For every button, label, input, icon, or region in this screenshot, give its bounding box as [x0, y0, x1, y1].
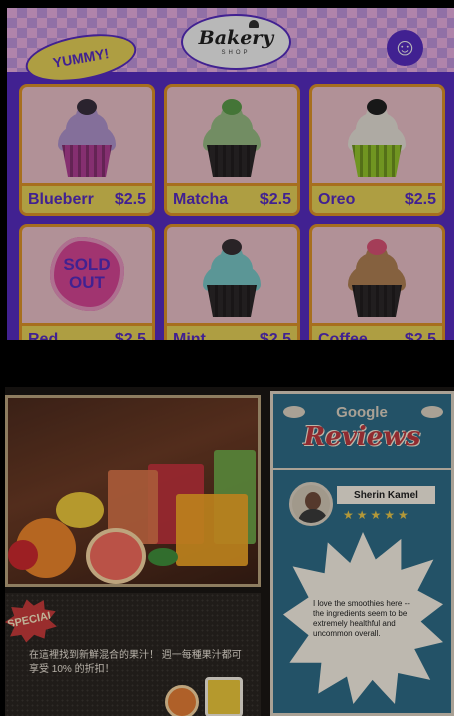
product-image: SOLD OUT: [22, 227, 152, 323]
logo-sub: SHOP: [221, 49, 251, 56]
product-name: Mint: [173, 330, 206, 341]
product-price: $2.5: [114, 190, 146, 208]
cake-icon: [249, 20, 259, 28]
rating-stars: ★★★★★: [343, 508, 412, 522]
product-price: $2.5: [404, 190, 436, 208]
product-price: $2.5: [259, 330, 291, 341]
avatar: [289, 482, 333, 526]
promo-text: 在這裡找到新鮮混合的果汁！ 週一每種果汁都可享受 10% 的折扣！: [29, 650, 242, 675]
cupcake-icon: [197, 95, 267, 177]
product-image: [167, 87, 297, 183]
logo-word: Bakery: [198, 26, 274, 49]
product-name: Blueberr: [28, 190, 94, 208]
product-price: $2.5: [114, 330, 146, 341]
special-badge: SPECIAL: [5, 594, 61, 646]
smoothie-panel: SPECIAL 在這裡找到新鮮混合的果汁！ 週一每種果汁都可享受 10% 的折扣…: [5, 387, 454, 716]
lemon-fruit: [56, 492, 104, 528]
product-card-red[interactable]: SOLD OUT Red $2.5: [19, 224, 155, 340]
product-image: [312, 87, 442, 183]
review-card: Google Reviews Sherin Kamel ★★★★★ I love…: [270, 391, 454, 716]
cupcake-icon: [52, 95, 122, 177]
product-card-oreo[interactable]: Oreo $2.5: [309, 84, 445, 216]
product-name: Red: [28, 330, 59, 341]
product-card-matcha[interactable]: Matcha $2.5: [164, 84, 300, 216]
product-price: $2.5: [404, 330, 436, 341]
reviewer-name: Sherin Kamel: [337, 486, 435, 504]
bakery-logo: Bakery SHOP: [181, 14, 291, 70]
product-price: $2.5: [259, 190, 291, 208]
smoothie-photo: [5, 395, 261, 587]
cupcake-icon: [197, 235, 267, 317]
product-name: Oreo: [318, 190, 356, 208]
juice-cup-icon: [205, 677, 243, 716]
product-name: Coffee: [318, 330, 368, 341]
product-image: [167, 227, 297, 323]
bakery-menu-panel: YUMMY! Bakery SHOP ☺ Blueberr $2.5 Matcha…: [7, 8, 454, 340]
sold-out-badge: SOLD OUT: [50, 237, 124, 311]
product-image: [22, 87, 152, 183]
product-image: [312, 227, 442, 323]
review-title: Reviews: [303, 422, 421, 452]
product-card-blueberry[interactable]: Blueberr $2.5: [19, 84, 155, 216]
divider: [273, 468, 451, 470]
cupcake-icon: [342, 235, 412, 317]
smiley-icon[interactable]: ☺: [387, 30, 423, 66]
review-text: I love the smoothies here -- the ingredi…: [313, 599, 410, 638]
juice-glass: [176, 494, 248, 566]
promo-box: SPECIAL 在這裡找到新鮮混合的果汁！ 週一每種果汁都可享受 10% 的折扣…: [5, 593, 261, 716]
cupcake-icon: [342, 95, 412, 177]
strawberry-fruit: [8, 540, 38, 570]
grapefruit-fruit: [86, 528, 146, 584]
product-name: Matcha: [173, 190, 229, 208]
mint-leaf: [148, 548, 178, 566]
orange-slice-icon: [165, 685, 199, 716]
product-card-coffee[interactable]: Coffee $2.5: [309, 224, 445, 340]
review-brand: Google: [336, 404, 388, 421]
product-card-mint[interactable]: Mint $2.5: [164, 224, 300, 340]
